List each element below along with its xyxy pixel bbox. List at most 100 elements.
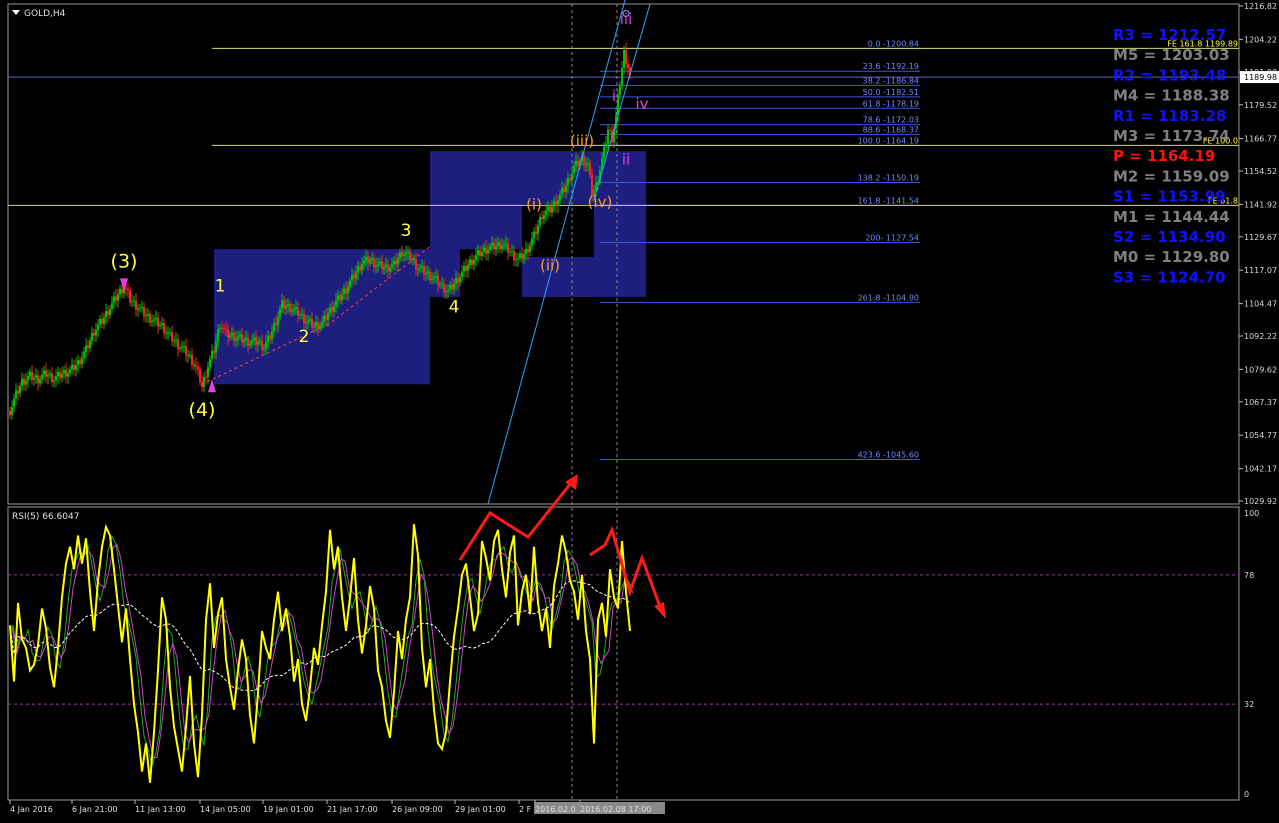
candle-body <box>437 275 439 286</box>
candle-body <box>439 284 441 286</box>
candle-body <box>271 331 273 340</box>
candle-body <box>137 308 139 310</box>
candle-body <box>395 260 397 265</box>
candle-body <box>457 278 459 283</box>
wave-box-cut <box>460 249 522 297</box>
gold-h4-chart[interactable]: GOLD,H4 RSI(5) 66.6047 0.0 -1200.84 23.6 … <box>0 0 1279 823</box>
candle-body <box>147 313 149 316</box>
candle-body <box>145 315 147 317</box>
candle-body <box>405 253 407 255</box>
candle-body <box>483 247 485 252</box>
candle-body <box>161 323 163 325</box>
candle-body <box>109 308 111 316</box>
candle-body <box>111 302 113 309</box>
candle-body <box>229 335 231 338</box>
y-axis-tick-label: 1092.22 <box>1244 332 1277 341</box>
candle-body <box>143 307 145 317</box>
candle-body <box>563 187 565 192</box>
candle-body <box>243 339 245 343</box>
candle-body <box>19 386 21 394</box>
candle-body <box>567 178 569 186</box>
candle-body <box>473 259 475 265</box>
fib-level-label: 161.8 -1141.54 <box>858 196 919 205</box>
candle-body <box>255 337 257 345</box>
candle-body <box>399 252 401 259</box>
candle-body <box>21 378 23 387</box>
candle-body <box>299 314 301 316</box>
candle-body <box>353 274 355 279</box>
rsi-tick-label: 78 <box>1244 571 1254 580</box>
current-price-label: 1189.98 <box>1244 73 1277 82</box>
pivot-level-label: S3 = 1124.70 <box>1113 268 1226 286</box>
candle-body <box>583 156 585 166</box>
rsi-tick-label: 100 <box>1244 509 1259 518</box>
candle-body <box>623 50 625 68</box>
wave-label: (ii) <box>540 256 560 274</box>
candle-body <box>313 325 315 328</box>
candle-body <box>173 340 175 342</box>
candle-body <box>365 256 367 261</box>
candle-body <box>105 311 107 318</box>
candle-body <box>327 313 329 320</box>
candle-body <box>451 284 453 290</box>
candle-body <box>531 238 533 246</box>
candle-body <box>177 339 179 349</box>
candle-body <box>585 164 587 166</box>
candle-body <box>129 290 131 303</box>
wave-label: (i) <box>526 195 542 213</box>
wave-label: iii <box>620 10 633 28</box>
candle-body <box>31 371 33 380</box>
candle-body <box>317 322 319 330</box>
candle-body <box>77 360 79 366</box>
candle-body <box>471 259 473 265</box>
pivot-level-label: M5 = 1203.03 <box>1113 46 1230 64</box>
candle-body <box>335 300 337 307</box>
y-axis-tick-label: 1054.77 <box>1244 431 1277 440</box>
candle-body <box>367 256 369 264</box>
fib-level-label: 0.0 -1200.84 <box>868 39 919 48</box>
candle-body <box>225 328 227 330</box>
candle-body <box>433 276 435 279</box>
candle-body <box>179 347 181 349</box>
candle-body <box>281 300 283 309</box>
candle-body <box>309 318 311 321</box>
candle-body <box>609 130 611 132</box>
candle-body <box>295 307 297 309</box>
candle-body <box>9 410 11 416</box>
candle-body <box>443 283 445 293</box>
candle-body <box>39 379 41 384</box>
candle-body <box>169 332 171 334</box>
rsi-tick-label: 32 <box>1244 700 1254 709</box>
fib-level-label: 423.6 -1045.60 <box>858 450 919 459</box>
candle-body <box>519 253 521 259</box>
candle-body <box>371 258 373 260</box>
candle-body <box>387 264 389 272</box>
candle-body <box>517 258 519 260</box>
candle-body <box>65 370 67 377</box>
y-axis-tick-label: 1029.92 <box>1244 497 1277 506</box>
candle-body <box>139 307 141 309</box>
candle-body <box>53 380 55 383</box>
wave-label: (iii) <box>570 132 594 150</box>
candle-body <box>321 321 323 326</box>
pivot-level-label: M1 = 1144.44 <box>1113 208 1230 226</box>
candle-body <box>119 288 121 295</box>
candle-body <box>37 375 39 384</box>
candle-body <box>233 333 235 341</box>
candle-body <box>291 310 293 312</box>
candle-body <box>401 252 403 257</box>
candle-body <box>377 263 379 266</box>
candle-body <box>45 370 47 377</box>
candle-body <box>259 340 261 342</box>
candle-body <box>87 345 89 349</box>
wave-label: 3 <box>401 221 412 241</box>
candle-body <box>283 300 285 309</box>
candle-body <box>453 283 455 290</box>
candle-body <box>157 317 159 327</box>
candle-body <box>419 267 421 270</box>
candle-body <box>343 288 345 295</box>
x-axis-tick-label: 26 Jan 09:00 <box>392 805 443 814</box>
candle-body <box>285 306 287 309</box>
candle-body <box>107 311 109 316</box>
candle-body <box>403 254 405 257</box>
